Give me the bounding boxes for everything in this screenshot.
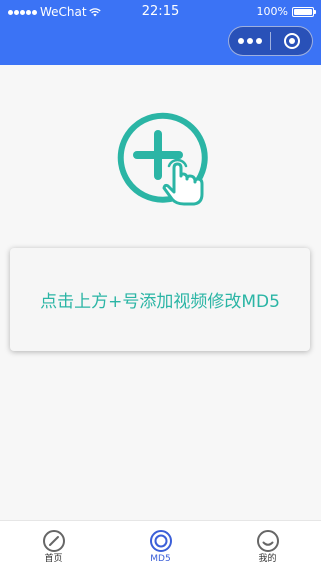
compass-icon xyxy=(42,530,65,552)
battery-percent: 100% xyxy=(256,5,288,18)
tab-md5-label: MD5 xyxy=(150,554,171,564)
battery-icon xyxy=(292,7,316,17)
add-tap-icon xyxy=(117,112,208,206)
battery-indicator: 100% xyxy=(256,5,316,19)
capsule-close-button[interactable] xyxy=(271,33,312,49)
hint-text: 点击上方+号添加视频修改MD5 xyxy=(40,292,280,312)
app-header: WeChat 22:15 100% xyxy=(0,0,321,65)
tab-home[interactable]: 首页 xyxy=(0,521,107,567)
more-dots-icon[interactable] xyxy=(229,38,270,44)
tab-home-label: 首页 xyxy=(44,554,63,564)
smile-icon xyxy=(256,530,279,552)
add-video-button[interactable] xyxy=(112,110,210,208)
tab-bar: 首页 MD5 我的 xyxy=(0,520,321,567)
status-bar: WeChat 22:15 100% xyxy=(0,0,321,24)
tab-md5[interactable]: MD5 xyxy=(107,521,214,567)
target-close-icon xyxy=(283,33,300,49)
tab-mine[interactable]: 我的 xyxy=(214,521,321,567)
target-icon xyxy=(149,530,172,552)
miniprogram-capsule xyxy=(228,26,313,56)
hint-card: 点击上方+号添加视频修改MD5 xyxy=(10,248,310,351)
tab-mine-label: 我的 xyxy=(258,554,277,564)
